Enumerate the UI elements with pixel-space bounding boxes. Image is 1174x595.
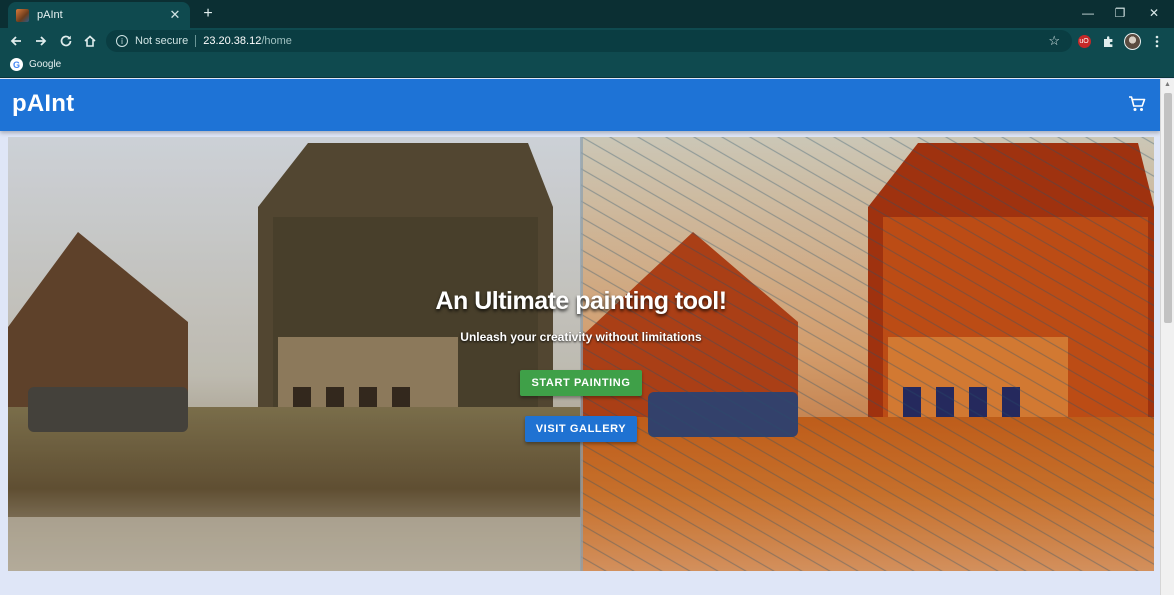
extension-badge[interactable]: uO bbox=[1075, 32, 1093, 50]
bookmark-label: Google bbox=[29, 59, 62, 70]
info-icon[interactable]: i bbox=[116, 35, 128, 47]
browser-tab[interactable]: pAInt ✕ bbox=[8, 2, 190, 28]
security-label: Not secure bbox=[135, 35, 189, 47]
start-painting-button[interactable]: START PAINTING bbox=[520, 370, 642, 396]
browser-tabstrip: pAInt ✕ + — ❐ ✕ bbox=[0, 0, 1174, 28]
tab-title: pAInt bbox=[37, 9, 63, 21]
brand-logo[interactable]: pAInt bbox=[12, 90, 74, 118]
back-arrow-icon[interactable] bbox=[6, 31, 26, 51]
hero-title: An Ultimate painting tool! bbox=[435, 287, 727, 315]
url-host: 23.20.38.12 bbox=[203, 35, 262, 47]
extensions-puzzle-icon[interactable] bbox=[1099, 32, 1117, 50]
minimize-button[interactable]: — bbox=[1078, 4, 1098, 22]
extension-red-icon: uO bbox=[1077, 34, 1091, 48]
maximize-button[interactable]: ❐ bbox=[1110, 4, 1130, 22]
paint-favicon-icon bbox=[16, 8, 29, 22]
web-page: pAInt An Ultimate painting tool! Unleash… bbox=[0, 79, 1160, 595]
close-tab-icon[interactable]: ✕ bbox=[168, 7, 182, 22]
hero-content: An Ultimate painting tool! Unleash your … bbox=[8, 137, 1154, 571]
reload-icon[interactable] bbox=[56, 31, 76, 51]
scroll-up-arrow-icon[interactable]: ▲ bbox=[1164, 81, 1171, 88]
page-scrollbar[interactable]: ▲ bbox=[1160, 79, 1174, 595]
address-bar[interactable]: i Not secure 23.20.38.12/home ☆ bbox=[106, 30, 1072, 52]
forward-arrow-icon[interactable] bbox=[31, 31, 51, 51]
browser-toolbar: i Not secure 23.20.38.12/home ☆ uO bbox=[0, 28, 1174, 54]
google-icon: G bbox=[10, 58, 23, 71]
kebab-menu-icon[interactable] bbox=[1148, 32, 1166, 50]
url-path: /home bbox=[261, 35, 292, 47]
bookmarks-bar: G Google bbox=[0, 54, 1174, 78]
profile-avatar[interactable] bbox=[1123, 32, 1141, 50]
hero-banner: An Ultimate painting tool! Unleash your … bbox=[8, 137, 1154, 571]
address-separator bbox=[195, 35, 197, 47]
scrollbar-thumb[interactable] bbox=[1164, 93, 1172, 323]
bookmark-google[interactable]: G Google bbox=[10, 58, 61, 71]
bookmark-star-icon[interactable]: ☆ bbox=[1048, 33, 1060, 49]
hero-subtitle: Unleash your creativity without limitati… bbox=[460, 330, 702, 344]
shopping-cart-icon[interactable] bbox=[1128, 95, 1146, 113]
avatar bbox=[1123, 32, 1141, 50]
home-icon[interactable] bbox=[80, 31, 100, 51]
close-window-button[interactable]: ✕ bbox=[1144, 4, 1164, 22]
app-bar: pAInt bbox=[0, 79, 1160, 131]
new-tab-button[interactable]: + bbox=[198, 4, 218, 24]
visit-gallery-button[interactable]: VISIT GALLERY bbox=[525, 416, 637, 442]
